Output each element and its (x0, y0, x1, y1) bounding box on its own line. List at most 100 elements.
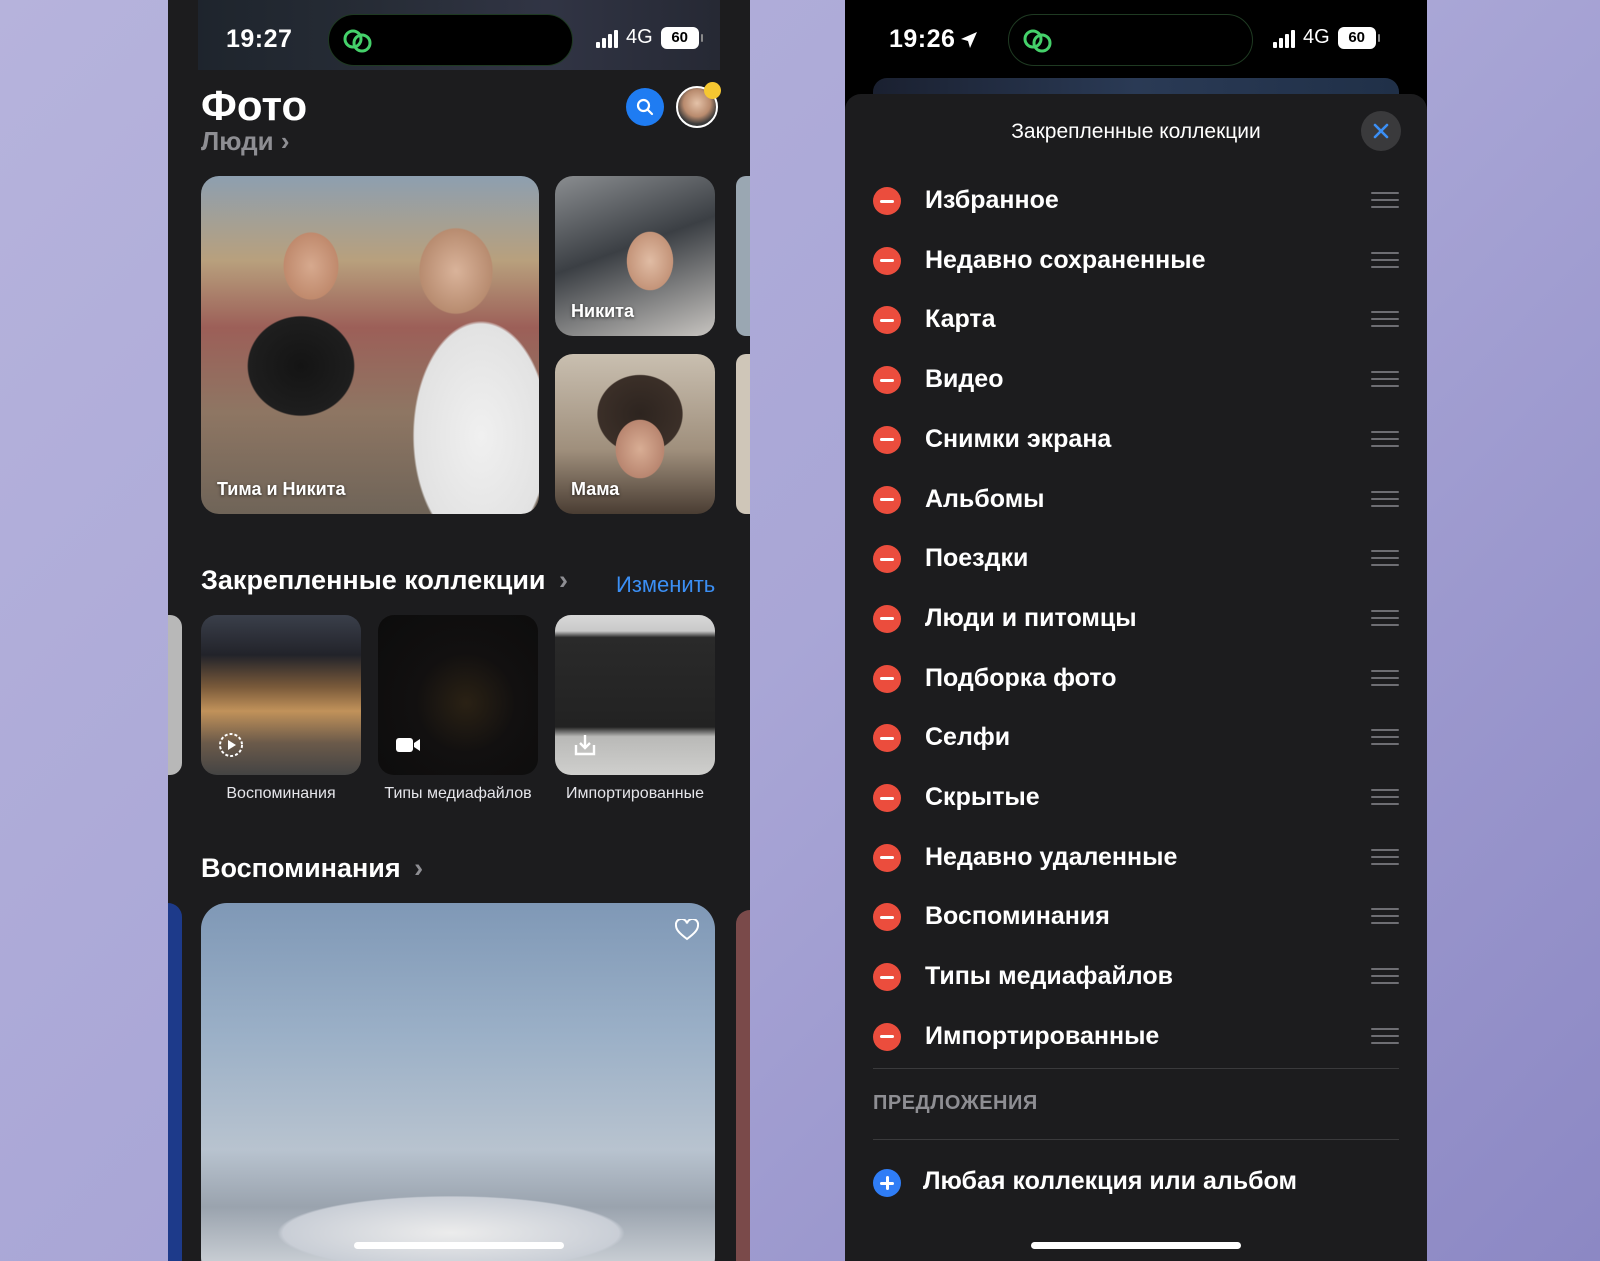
remove-circle-icon[interactable] (873, 1022, 901, 1051)
close-icon (1373, 123, 1389, 139)
remove-circle-icon[interactable] (873, 843, 901, 872)
collection-row-label: Избранное (925, 186, 1059, 214)
collection-row[interactable]: Недавно сохраненные (845, 232, 1427, 292)
pinned-memories-thumb[interactable] (201, 615, 361, 775)
dynamic-island[interactable] (1008, 14, 1253, 66)
cellular-signal-icon (596, 28, 618, 48)
collection-row[interactable]: Воспоминания (845, 888, 1427, 948)
battery-icon: 60 (660, 26, 703, 49)
collection-row-label: Импортированные (925, 1021, 1160, 1050)
chevron-right-icon: › (414, 853, 424, 883)
remove-circle-icon[interactable] (873, 545, 901, 574)
collection-row[interactable]: Избранное (845, 172, 1427, 232)
page-title: Фото (201, 82, 308, 129)
memories-play-icon (219, 733, 243, 757)
reorder-handle-icon[interactable] (1371, 371, 1399, 388)
person-card-mama[interactable]: Мама (555, 354, 715, 514)
collection-row[interactable]: Скрытые (845, 769, 1427, 829)
collection-row[interactable]: Подборка фото (845, 650, 1427, 710)
person-card-label: Никита (571, 301, 634, 321)
collection-row[interactable]: Альбомы (845, 471, 1427, 531)
location-arrow-icon (961, 32, 977, 48)
collection-row-label: Люди и питомцы (925, 603, 1137, 632)
pinned-media-types-thumb[interactable] (378, 615, 538, 775)
remove-circle-icon[interactable] (873, 187, 901, 215)
collection-row-label: Карта (925, 305, 996, 334)
collection-row[interactable]: Селфи (845, 709, 1427, 769)
pinned-collections-title: Закрепленные коллекции (201, 565, 546, 595)
pinned-imported-thumb[interactable] (555, 615, 715, 775)
collection-row-label: Типы медиафайлов (925, 962, 1173, 991)
remove-circle-icon[interactable] (873, 246, 901, 275)
remove-circle-icon[interactable] (873, 366, 901, 395)
remove-circle-icon[interactable] (873, 485, 901, 514)
person-card-label: Тима и Никита (217, 479, 346, 499)
status-time: 19:26 (889, 25, 956, 53)
add-circle-icon[interactable] (873, 1169, 901, 1197)
remove-circle-icon[interactable] (873, 604, 901, 633)
reorder-handle-icon[interactable] (1371, 729, 1399, 746)
reorder-handle-icon[interactable] (1371, 251, 1399, 269)
reorder-handle-icon[interactable] (1371, 968, 1399, 985)
pinned-thumb-peek[interactable] (168, 615, 182, 775)
close-button[interactable] (1361, 111, 1401, 151)
pinned-collections-header[interactable]: Закрепленные коллекции › (201, 565, 568, 596)
reorder-handle-icon[interactable] (1371, 192, 1399, 209)
collection-row-label: Недавно сохраненные (925, 245, 1206, 274)
remove-circle-icon[interactable] (873, 784, 901, 812)
heart-icon[interactable] (675, 919, 699, 941)
person-card-peek[interactable] (736, 354, 750, 514)
photos-library-screen: 19:27 4G 60 Фото Люди › Тима и Никита Ни… (168, 0, 750, 1261)
video-camera-icon (396, 738, 420, 752)
reorder-handle-icon[interactable] (1371, 490, 1399, 508)
memory-card-peek[interactable] (736, 910, 750, 1261)
collection-row-label: Альбомы (925, 484, 1045, 513)
collection-row[interactable]: Снимки экрана (845, 411, 1427, 471)
reorder-handle-icon[interactable] (1371, 669, 1399, 687)
remove-circle-icon[interactable] (873, 724, 901, 753)
notification-badge (704, 82, 721, 99)
reorder-handle-icon[interactable] (1371, 609, 1399, 627)
remove-circle-icon[interactable] (873, 963, 901, 992)
collection-row[interactable]: Типы медиафайлов (845, 948, 1427, 1008)
dynamic-island[interactable] (328, 14, 573, 66)
person-card-tima-nikita[interactable]: Тима и Никита (201, 176, 539, 514)
reorder-handle-icon[interactable] (1371, 1027, 1399, 1045)
home-indicator[interactable] (354, 1242, 564, 1249)
person-card-peek[interactable] (736, 176, 750, 336)
collection-row[interactable]: Люди и питомцы (845, 590, 1427, 650)
reorder-handle-icon[interactable] (1371, 908, 1399, 925)
status-time: 19:27 (226, 25, 293, 53)
list-divider (873, 1139, 1399, 1140)
reorder-handle-icon[interactable] (1371, 430, 1399, 448)
home-indicator[interactable] (1031, 1242, 1241, 1249)
edit-pinned-button[interactable]: Изменить (616, 572, 715, 598)
collection-row[interactable]: Карта (845, 291, 1427, 351)
reorder-handle-icon[interactable] (1371, 848, 1399, 866)
person-card-label: Мама (571, 479, 620, 499)
memories-header[interactable]: Воспоминания › (201, 853, 423, 884)
collection-row-label: Снимки экрана (925, 424, 1112, 453)
reorder-handle-icon[interactable] (1371, 789, 1399, 806)
collection-row[interactable]: Недавно удаленные (845, 829, 1427, 889)
chevron-right-icon: › (280, 126, 290, 156)
pinned-collections-sheet: Закрепленные коллекции Избранное Недавно … (845, 94, 1427, 1261)
reorder-handle-icon[interactable] (1371, 311, 1399, 328)
remove-circle-icon[interactable] (873, 664, 901, 693)
collection-row[interactable]: Поездки (845, 530, 1427, 590)
collection-row-label: Видео (925, 365, 1004, 394)
memory-card-peek[interactable] (168, 903, 182, 1261)
person-card-nikita[interactable]: Никита (555, 176, 715, 336)
collection-row[interactable]: Видео (845, 351, 1427, 411)
reorder-handle-icon[interactable] (1371, 550, 1399, 567)
search-button[interactable] (626, 88, 664, 126)
remove-circle-icon[interactable] (873, 903, 901, 932)
remove-circle-icon[interactable] (873, 306, 901, 335)
memory-card[interactable] (201, 903, 715, 1261)
collection-row-label: Воспоминания (925, 902, 1110, 931)
people-section-link[interactable]: Люди › (201, 126, 290, 157)
collection-row[interactable]: Импортированные (845, 1008, 1427, 1068)
collection-row-label: Скрытые (925, 783, 1040, 811)
remove-circle-icon[interactable] (873, 425, 901, 454)
pinned-collections-editor-screen: 19:26 4G 60 Закрепленные коллекции Избра… (845, 0, 1427, 1261)
